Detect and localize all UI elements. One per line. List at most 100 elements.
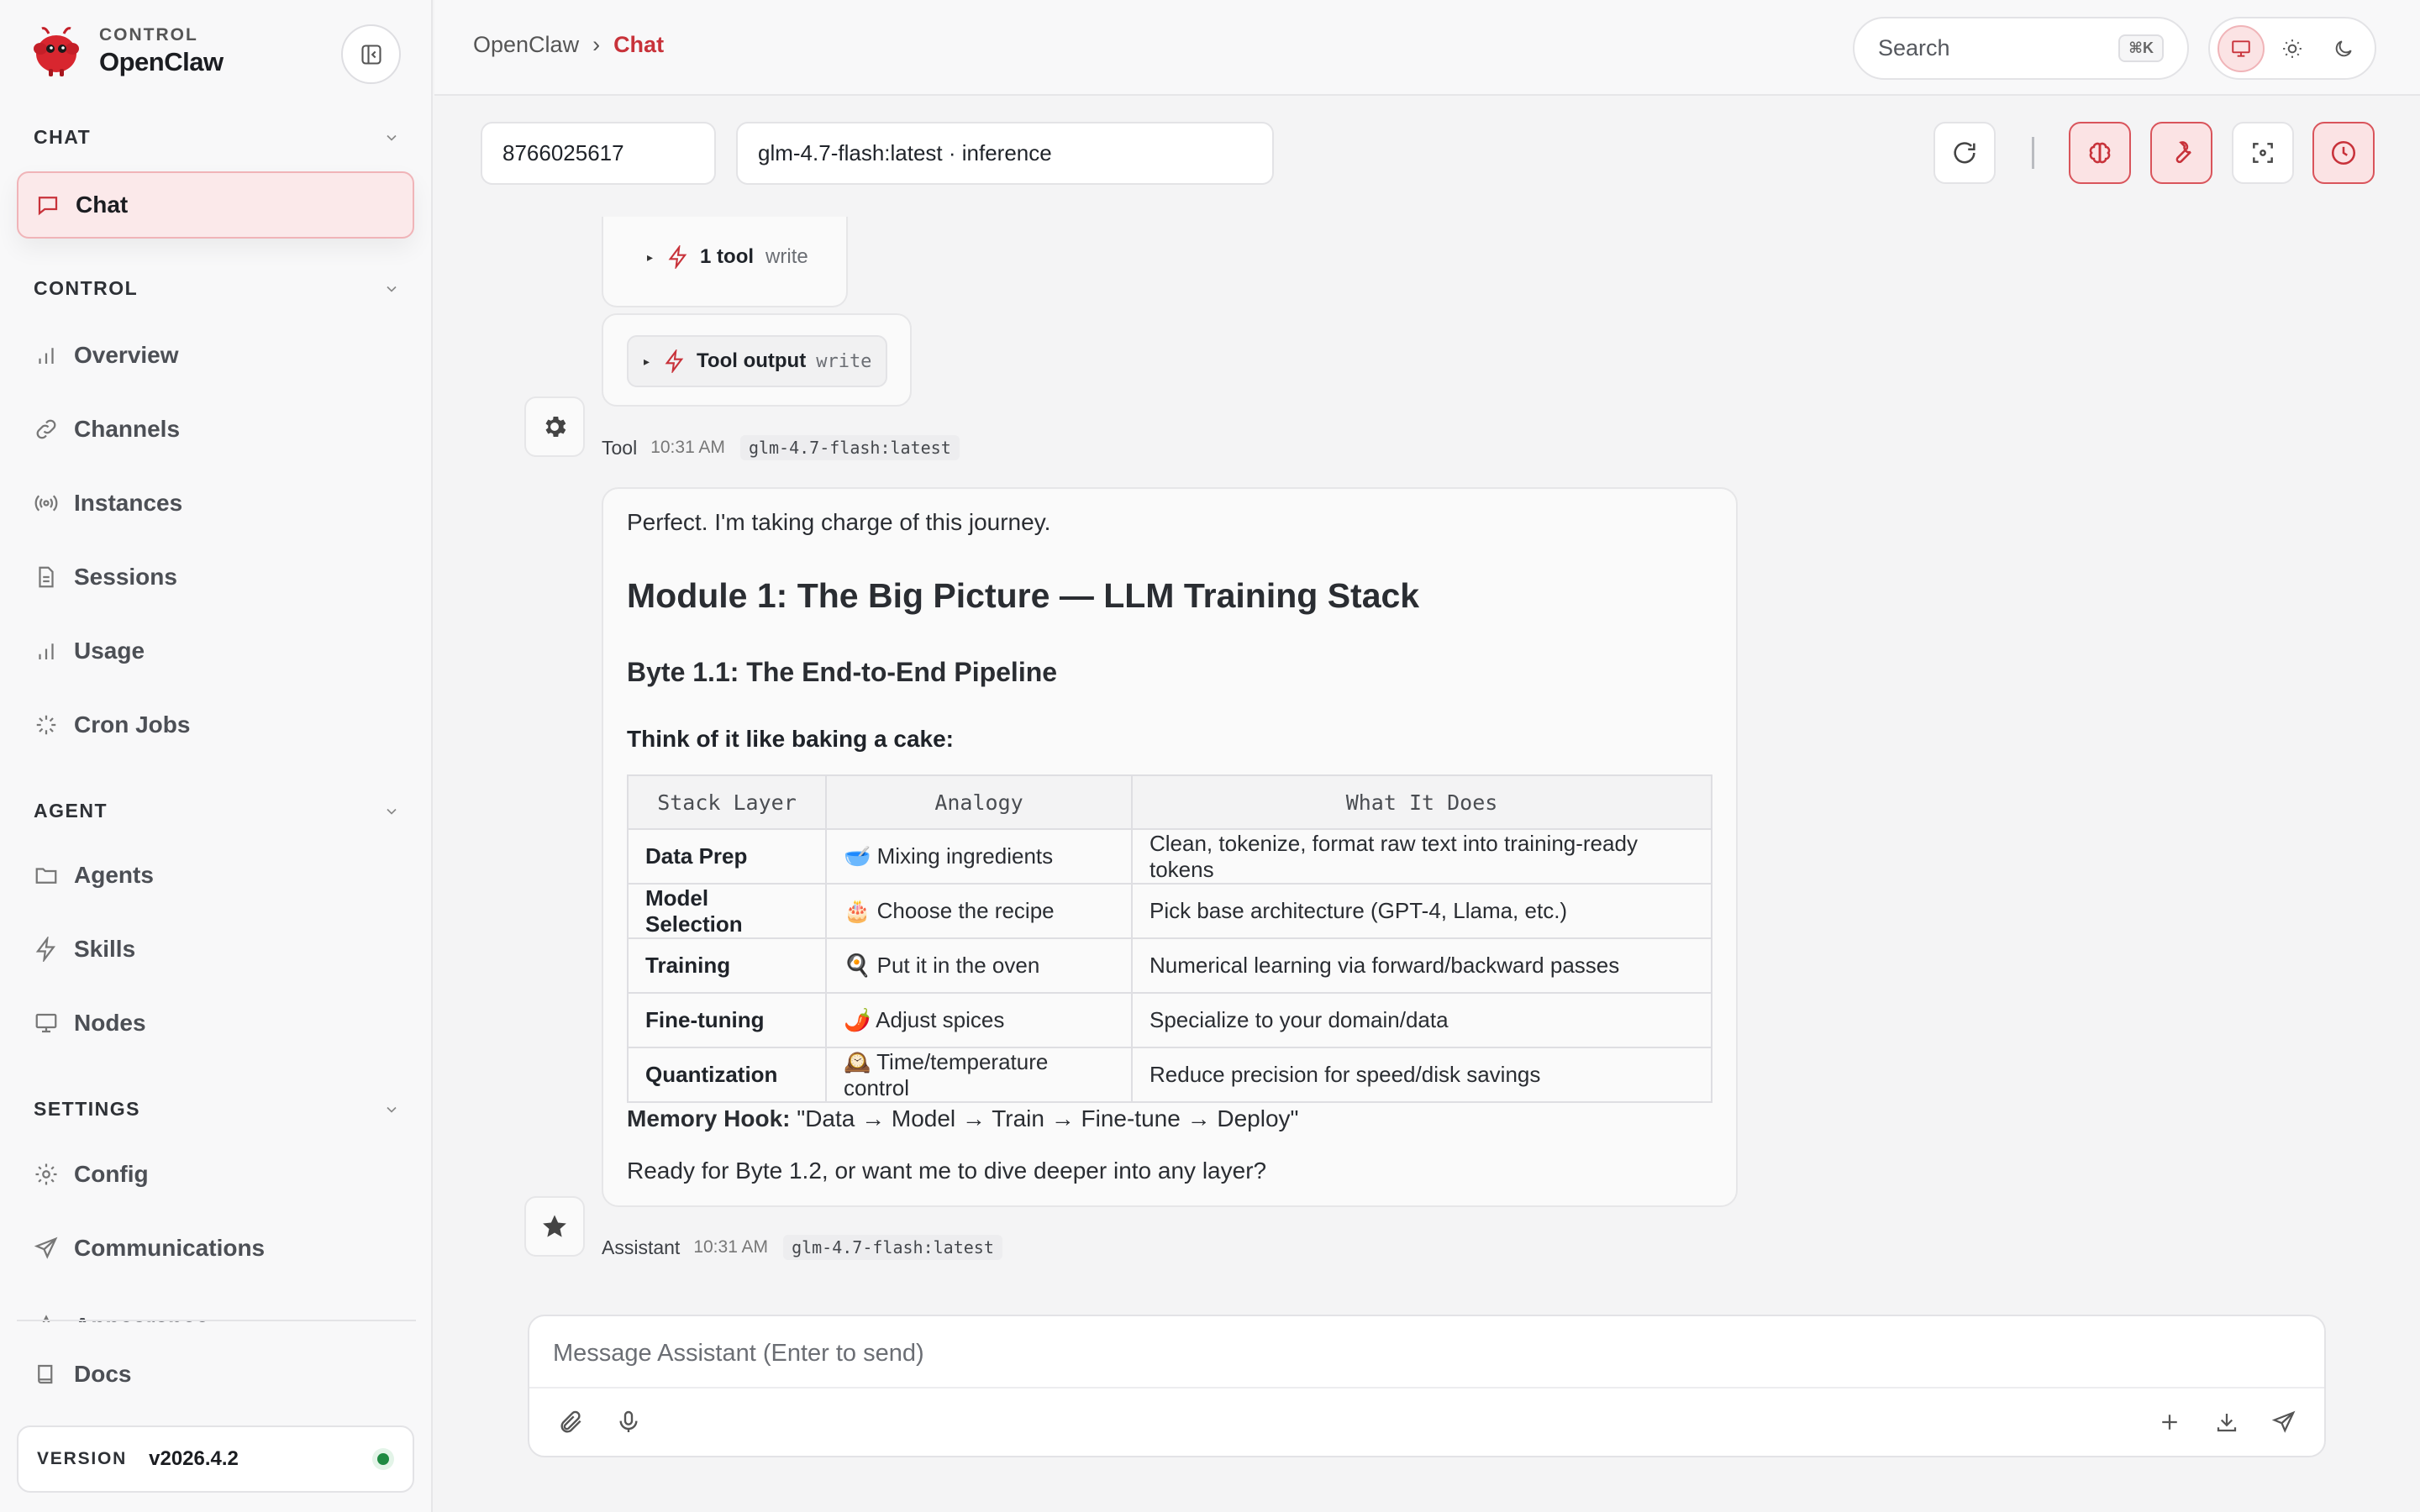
broadcast-icon [34, 495, 58, 512]
connection-status-dot [372, 1448, 394, 1470]
tool-call-row[interactable]: ▸ 1 tool write [647, 245, 808, 269]
search-placeholder: Search [1878, 35, 1950, 60]
microphone-button[interactable] [610, 1404, 647, 1441]
microphone-icon [619, 1410, 638, 1432]
topbar: OpenClaw › Chat Search ⌘K [434, 0, 2420, 96]
attach-button[interactable] [553, 1404, 590, 1441]
table-cell-analogy: 🎂 Choose the recipe [825, 883, 1133, 939]
sidebar-toggle-icon [360, 44, 381, 65]
sidebar-item-label: Instances [74, 490, 183, 516]
export-button[interactable] [2208, 1404, 2245, 1441]
monitor-icon [35, 1013, 57, 1033]
sidebar-item-usage[interactable]: Usage [34, 630, 395, 672]
sidebar-item-label: Chat [76, 192, 129, 218]
sidebar-item-docs[interactable]: Docs [34, 1353, 395, 1395]
section-agent-title: AGENT [34, 800, 108, 822]
message-model: glm-4.7-flash:latest [739, 435, 960, 460]
composer-divider [529, 1387, 2324, 1389]
send-icon [34, 1236, 58, 1259]
column-header: Analogy [825, 774, 1133, 830]
table-row: Fine-tuning 🌶️ Adjust spices Specialize … [627, 992, 1712, 1048]
message-input[interactable]: Message Assistant (Enter to send) [553, 1340, 924, 1368]
sidebar-item-sessions[interactable]: Sessions [34, 556, 395, 598]
message-time: 10:31 AM [650, 438, 725, 457]
gear-icon [35, 1163, 57, 1185]
breadcrumb-current: Chat [613, 32, 665, 57]
thinking-toggle-button[interactable] [2069, 122, 2131, 184]
sun-icon [2283, 39, 2302, 58]
focus-mode-button[interactable] [2232, 122, 2294, 184]
message-composer: Message Assistant (Enter to send) [528, 1315, 2326, 1457]
table-cell-layer: Fine-tuning [627, 992, 827, 1048]
sidebar-item-label: Communications [74, 1235, 266, 1261]
version-box: VERSION v2026.4.2 [17, 1425, 414, 1493]
brain-icon [2089, 142, 2111, 164]
sidebar-item-label: Config [74, 1161, 149, 1187]
brand[interactable]: CONTROL OpenClaw [29, 24, 224, 79]
theme-dark-button[interactable] [2320, 25, 2367, 72]
openclaw-logo-icon [34, 27, 79, 76]
tool-call-card[interactable]: ▸ 1 tool write [602, 217, 848, 307]
column-header: What It Does [1131, 774, 1712, 830]
sidebar-item-chat[interactable]: Chat [17, 171, 414, 239]
refresh-icon [1954, 142, 1975, 164]
clock-icon [2331, 140, 2356, 165]
breadcrumb-separator: › [592, 32, 601, 57]
tools-toggle-button[interactable] [2150, 122, 2212, 184]
theme-system-button[interactable] [2217, 24, 2265, 72]
send-button[interactable] [2265, 1404, 2302, 1441]
model-select[interactable]: glm-4.7-flash:latest · inference [736, 122, 1274, 185]
sidebar-item-communications[interactable]: Communications [34, 1227, 395, 1269]
table-header-row: Stack Layer Analogy What It Does [627, 774, 1712, 830]
sidebar-item-label: Sessions [74, 564, 177, 590]
sidebar-item-instances[interactable]: Instances [34, 482, 395, 524]
send-icon [2271, 1410, 2296, 1433]
section-agent[interactable]: AGENT [34, 800, 400, 822]
star-icon [543, 1215, 566, 1237]
theme-light-button[interactable] [2269, 25, 2316, 72]
sidebar-divider [17, 1320, 416, 1321]
tool-output-toggle[interactable]: ▸ Tool output write [627, 335, 887, 387]
sidebar-item-nodes[interactable]: Nodes [34, 1002, 395, 1044]
section-chat[interactable]: CHAT [34, 126, 400, 149]
table-cell-analogy: 🕰️ Time/temperature control [825, 1047, 1133, 1103]
stack-table: Stack Layer Analogy What It Does Data Pr… [627, 774, 1712, 1103]
section-control-title: CONTROL [34, 277, 139, 299]
collapse-sidebar-button[interactable] [341, 24, 401, 84]
sidebar-item-cron-jobs[interactable]: Cron Jobs [34, 704, 395, 746]
wrench-icon [2175, 141, 2191, 164]
sidebar-item-label: Channels [74, 416, 181, 442]
sidebar-item-channels[interactable]: Channels [34, 408, 395, 450]
refresh-button[interactable] [1933, 122, 1996, 184]
chevron-down-icon [387, 1106, 397, 1113]
gear-icon [545, 416, 566, 438]
search-input[interactable]: Search ⌘K [1853, 17, 2189, 80]
history-button[interactable] [2312, 122, 2375, 184]
new-chat-button[interactable] [2151, 1404, 2188, 1441]
session-key-field[interactable]: 8766025617 [481, 122, 716, 185]
chevron-down-icon [387, 286, 397, 292]
sidebar-item-skills[interactable]: Skills [34, 928, 395, 970]
sidebar-item-label: Skills [74, 936, 136, 962]
version-value: v2026.4.2 [149, 1447, 239, 1470]
sidebar-item-config[interactable]: Config [34, 1153, 395, 1195]
sidebar-item-overview[interactable]: Overview [34, 334, 395, 376]
table-cell-description: Reduce precision for speed/disk savings [1131, 1047, 1712, 1103]
memory-hook-text: "Data → Model → Train → Fine-tune → Depl… [790, 1105, 1299, 1131]
lightning-icon [668, 245, 687, 269]
message-lead: Think of it like baking a cake: [627, 726, 954, 752]
bar-chart-icon [39, 643, 54, 659]
brand-name: OpenClaw [99, 47, 224, 76]
sidebar-item-agents[interactable]: Agents [34, 854, 395, 896]
table-cell-layer: Quantization [627, 1047, 827, 1103]
breadcrumb-root[interactable]: OpenClaw [473, 32, 579, 58]
assistant-message: Perfect. I'm taking charge of this journ… [602, 487, 1738, 1207]
table-row: Model Selection 🎂 Choose the recipe Pick… [627, 883, 1712, 939]
loader-icon [36, 715, 56, 735]
assistant-avatar [524, 1196, 585, 1257]
table-row: Training 🍳 Put it in the oven Numerical … [627, 937, 1712, 994]
section-settings[interactable]: SETTINGS [34, 1098, 400, 1121]
table-row: Quantization 🕰️ Time/temperature control… [627, 1047, 1712, 1103]
section-control[interactable]: CONTROL [34, 277, 400, 300]
theme-switcher [2208, 17, 2376, 80]
